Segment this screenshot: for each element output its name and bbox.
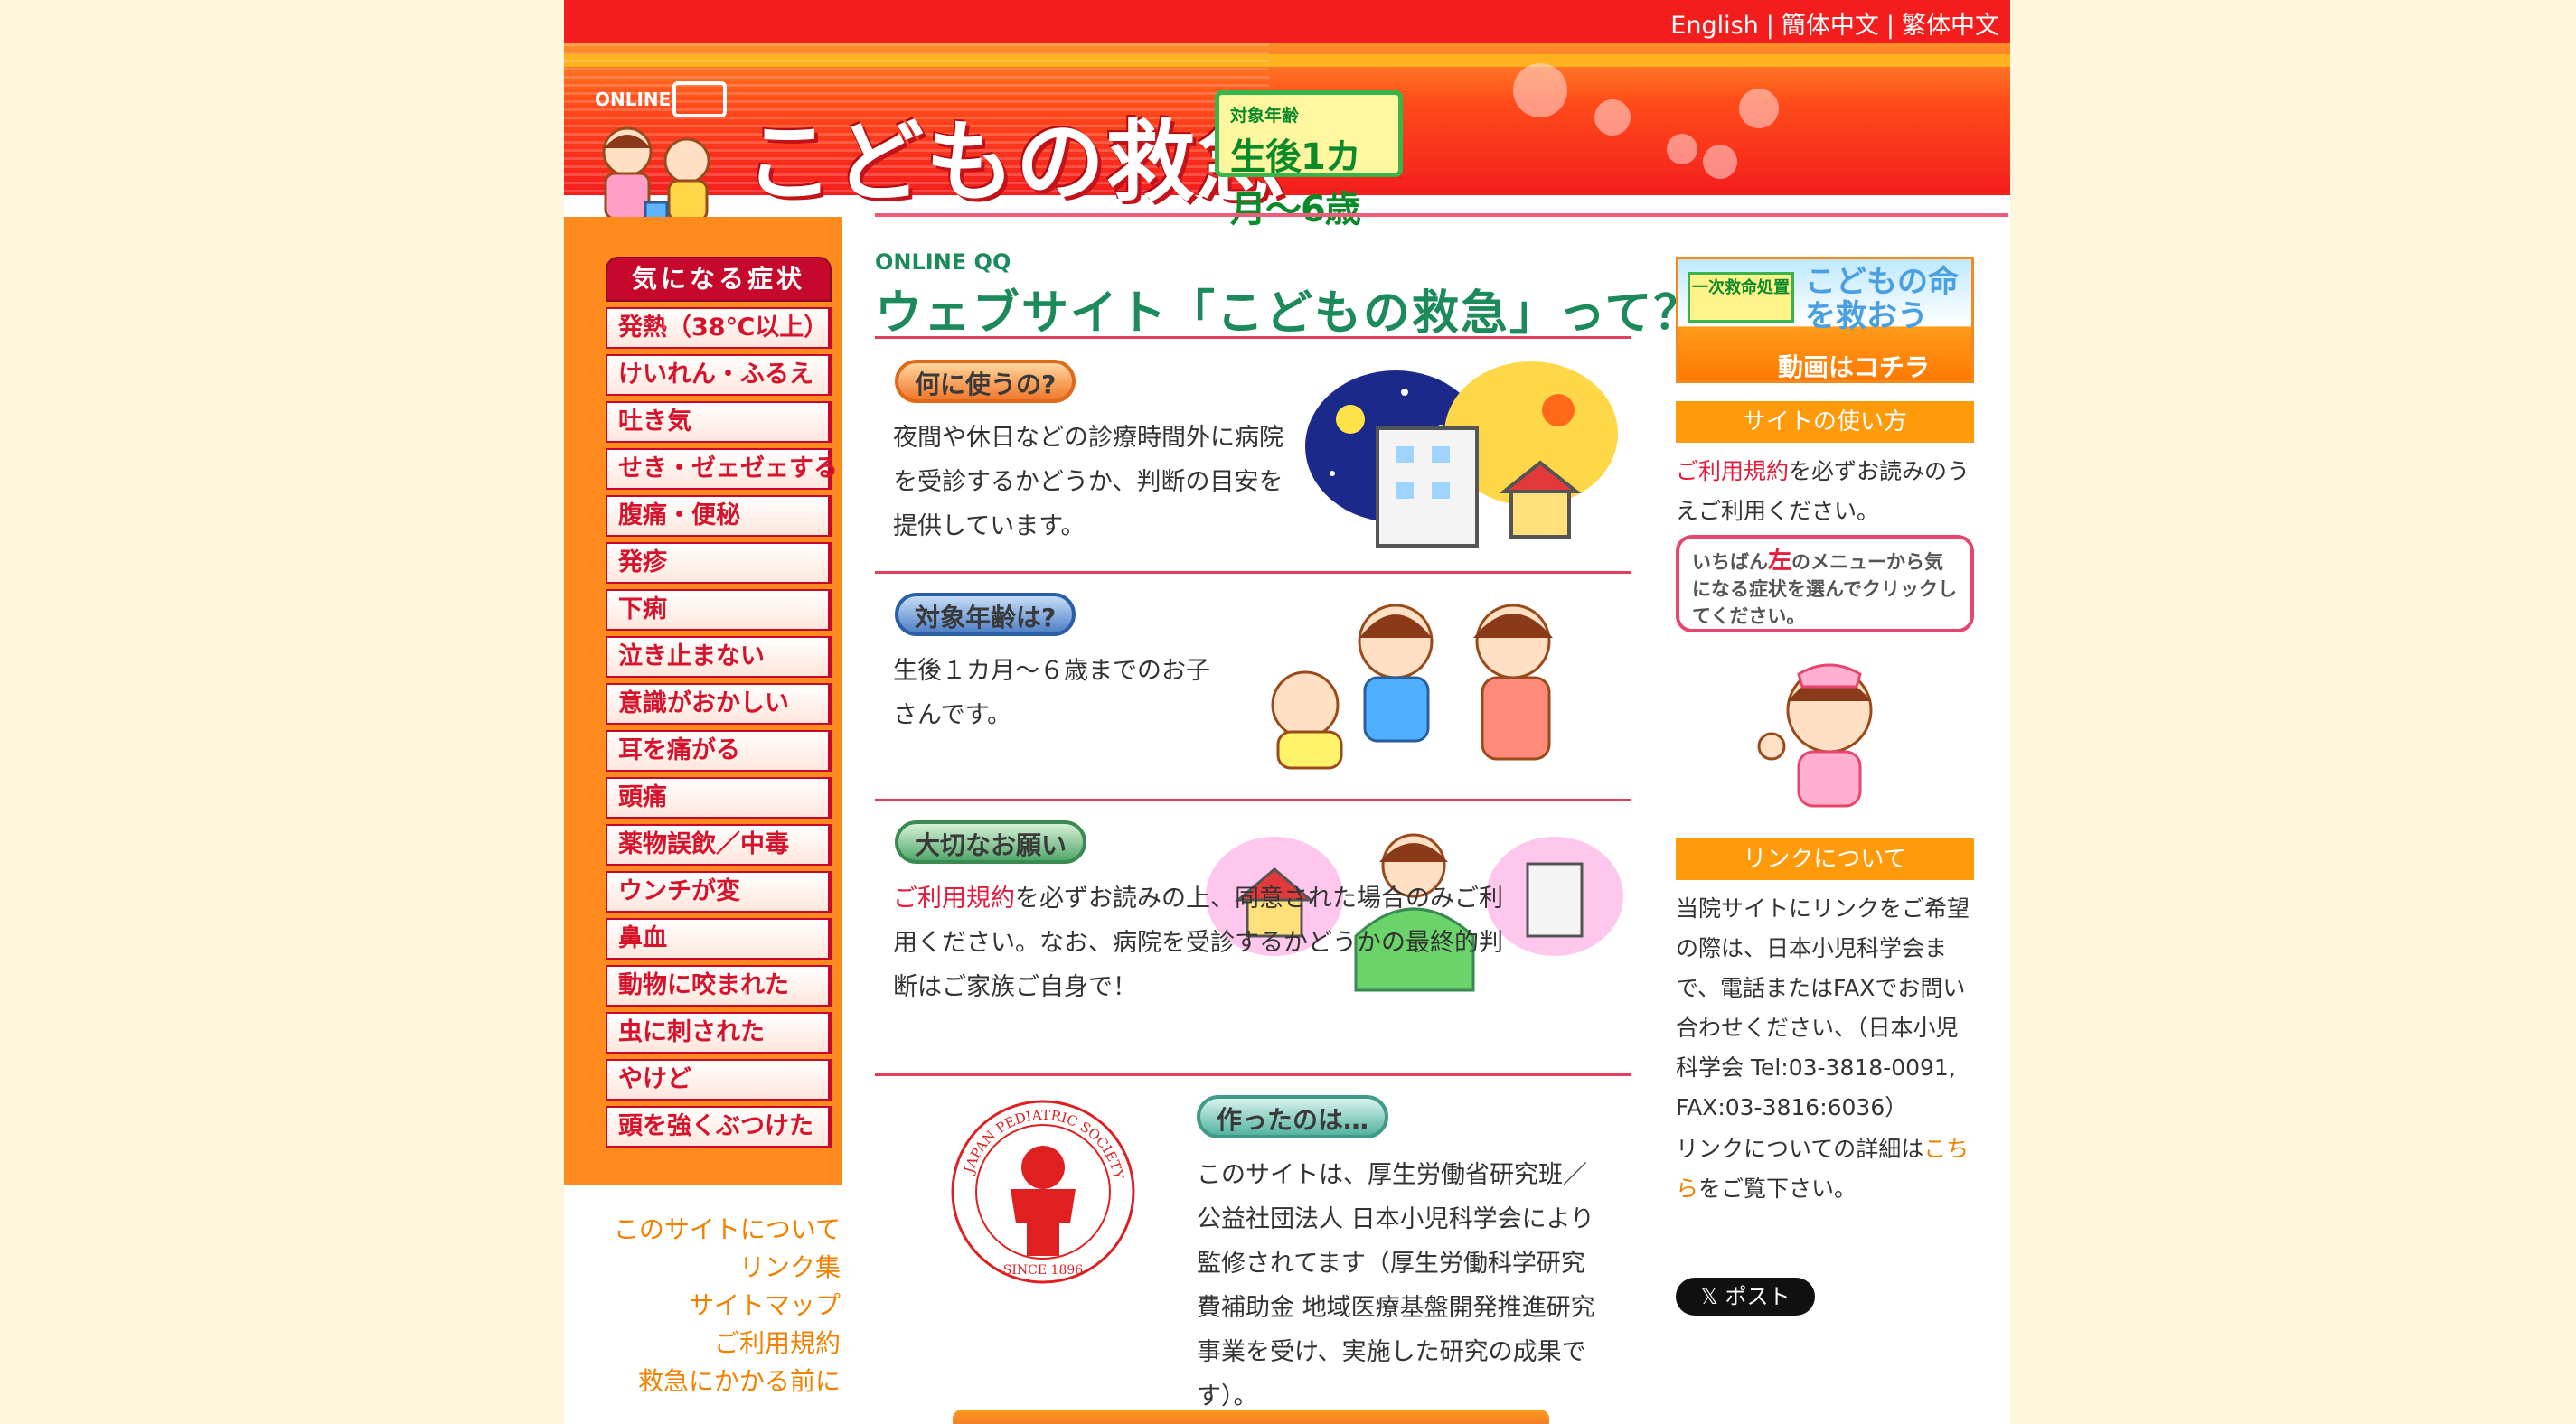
x-post-button[interactable]: 𝕏 ポスト (1676, 1278, 1815, 1316)
usage-text: ご利用規約を必ずお読みのうえご利用ください。 (1676, 452, 1974, 531)
decor-bubble (1667, 134, 1697, 164)
usage-terms-link[interactable]: ご利用規約 (1676, 458, 1789, 484)
symptom-menu-heading: 気になる症状 (606, 257, 832, 302)
language-switcher: English | 簡体中文 | 繁体中文 (1670, 5, 1999, 41)
site-title: こどもの救急 (745, 111, 1288, 214)
section-text-purpose: 夜間や休日などの診療時間外に病院を受診するかどうか、判断の目安を提供しています。 (893, 424, 1283, 540)
cpr-title: こどもの命を救おう (1805, 264, 1959, 334)
before-emergency-link[interactable]: 救急にかかる前に (564, 1363, 841, 1401)
symptom-insect-sting[interactable]: 虫に刺された (606, 1012, 832, 1054)
section-text-age: 生後１カ月〜６歳までのお子さんです。 (893, 657, 1210, 729)
section-heading-request: 大切なお願い (895, 820, 1087, 864)
links-page-link[interactable]: リンク集 (564, 1249, 841, 1287)
day-night-hospital-illustration (1305, 361, 1618, 548)
age-badge: 対象年齢 生後1カ月〜6歳 (1215, 90, 1403, 230)
online-qq-label: ONLINE QQ (875, 249, 1011, 275)
cpr-badge: 一次救命処置 (1688, 272, 1794, 323)
section-text-creator: このサイトは、厚生労働省研究班／公益社団法人 日本小児科学会により監修されてます… (893, 1153, 1607, 1419)
symptom-rash[interactable]: 発疹 (606, 542, 832, 584)
creator-text: このサイトは、厚生労働省研究班／公益社団法人 日本小児科学会により監修されてます… (1197, 1161, 1595, 1410)
section-heading-purpose: 何に使うの? (895, 360, 1076, 403)
terms-link[interactable]: ご利用規約 (564, 1325, 841, 1363)
symptom-consciousness[interactable]: 意識がおかしい (606, 683, 832, 725)
footer-links: このサイトについて リンク集 サイトマップ ご利用規約 救急にかかる前に (564, 1211, 841, 1401)
section-heading-age: 対象年齢は? (895, 593, 1076, 636)
symptom-animal-bite[interactable]: 動物に咬まれた (606, 965, 832, 1007)
symptom-headache[interactable]: 頭痛 (606, 777, 832, 819)
section-divider (875, 336, 1631, 339)
header-banner[interactable]: ONLINE こどもの救急 対象年齢 生後1カ月〜6歳 (564, 43, 2010, 230)
children-illustration (1271, 604, 1553, 770)
symptom-head-injury[interactable]: 頭を強くぶつけた (606, 1106, 832, 1148)
top-bar: English | 簡体中文 | 繁体中文 (564, 0, 2010, 43)
link-policy-heading: リンクについて (1676, 838, 1974, 880)
terms-inline-link[interactable]: ご利用規約 (893, 885, 1015, 913)
content-top-divider (875, 213, 2008, 217)
logo-online-text: ONLINE (595, 89, 672, 110)
page: English | 簡体中文 | 繁体中文 ONLINE こどもの救急 対象年齢 生後1… (564, 0, 2010, 1424)
usage-heading: サイトの使い方 (1676, 401, 1974, 443)
decor-bubble (1594, 99, 1631, 136)
symptom-ear-pain[interactable]: 耳を痛がる (606, 730, 832, 772)
symptom-convulsion[interactable]: けいれん・ふるえ (606, 354, 832, 396)
cpr-video-banner[interactable]: 一次救命処置 こどもの命を救おう 動画はコチラ (1676, 257, 1974, 383)
decor-bubble (1513, 63, 1567, 117)
age-label: 対象年齢 (1230, 106, 1300, 126)
main-title: ウェブサイト「こどもの救急」って？ (875, 286, 1703, 341)
next-section-heading (953, 1410, 1549, 1424)
lang-english-link[interactable]: English (1670, 12, 1759, 40)
symptom-cough[interactable]: せき・ゼェゼェする (606, 448, 838, 490)
section-divider (875, 799, 1631, 801)
cpr-cta: 動画はコチラ (1778, 352, 1931, 382)
logo-qq-icon (672, 81, 727, 117)
decor-bubble (1739, 89, 1779, 128)
lang-traditional-chinese-link[interactable]: 繁体中文 (1902, 12, 1999, 40)
decor-bubble (1703, 145, 1737, 179)
divider: | (1765, 12, 1774, 40)
section-divider (875, 1073, 1631, 1076)
about-site-link[interactable]: このサイトについて (564, 1211, 841, 1249)
section-heading-creator: 作ったのは… (1197, 1095, 1389, 1138)
speech-bubble: いちばん左のメニューから気になる症状を選んでクリックしてください。 (1676, 535, 1974, 632)
section-divider (875, 571, 1631, 574)
section-text-request: ご利用規約を必ずお読みの上、同意された場合のみご利用ください。なお、病院を受診す… (893, 876, 1526, 1009)
speech-pre: いちばん (1692, 551, 1768, 573)
symptom-menu: 気になる症状 発熱（38℃以上） けいれん・ふるえ 吐き気 せき・ゼェゼェする … (606, 257, 838, 1148)
nurse-illustration (1757, 663, 1873, 808)
kids-illustration (602, 126, 710, 226)
symptom-poisoning[interactable]: 薬物誤飲／中毒 (606, 824, 832, 866)
left-sidebar: 気になる症状 発熱（38℃以上） けいれん・ふるえ 吐き気 せき・ゼェゼェする … (564, 217, 842, 1185)
symptom-stomachache[interactable]: 腹痛・便秘 (606, 495, 832, 537)
speech-emphasis: 左 (1768, 548, 1792, 575)
link-detail-pre: リンクについての詳細は (1676, 1136, 1924, 1162)
symptom-stool[interactable]: ウンチが変 (606, 871, 832, 913)
divider: | (1885, 12, 1894, 40)
link-detail-post: をご覧下さい。 (1698, 1176, 1857, 1202)
sitemap-link[interactable]: サイトマップ (564, 1287, 841, 1325)
lang-simplified-chinese-link[interactable]: 簡体中文 (1782, 12, 1879, 40)
symptom-nosebleed[interactable]: 鼻血 (606, 918, 832, 960)
symptom-crying[interactable]: 泣き止まない (606, 636, 832, 678)
link-policy-text: 当院サイトにリンクをご希望の際は、日本小児科学会まで、電話またはFAXでお問い合… (1676, 895, 1970, 1120)
symptom-nausea[interactable]: 吐き気 (606, 401, 832, 443)
symptom-fever[interactable]: 発熱（38℃以上） (606, 307, 832, 349)
symptom-diarrhea[interactable]: 下痢 (606, 589, 832, 631)
link-detail-text: リンクについての詳細はこちらをご覧下さい。 (1676, 1129, 1974, 1209)
symptom-burn[interactable]: やけど (606, 1059, 832, 1101)
